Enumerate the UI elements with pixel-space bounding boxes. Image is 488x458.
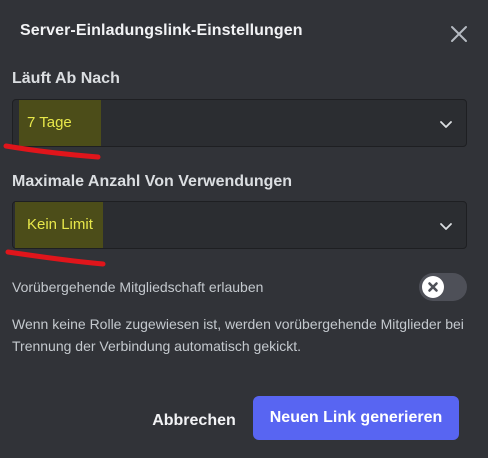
- close-icon: [451, 26, 467, 42]
- cancel-button[interactable]: Abbrechen: [144, 402, 244, 440]
- toggle-knob: [422, 276, 444, 298]
- generate-link-button[interactable]: Neuen Link generieren: [253, 396, 459, 440]
- max-uses-value: Kein Limit: [27, 216, 93, 233]
- chevron-down-icon: [440, 223, 452, 230]
- max-uses-label: Maximale Anzahl Von Verwendungen: [12, 173, 293, 190]
- expire-select[interactable]: 7 Tage: [12, 99, 467, 147]
- chevron-down-icon: [440, 121, 452, 128]
- modal-title: Server-Einladungslink-Einstellungen: [20, 22, 303, 39]
- close-button[interactable]: [447, 22, 471, 46]
- expire-value: 7 Tage: [27, 114, 72, 131]
- max-uses-select[interactable]: Kein Limit: [12, 201, 467, 249]
- temporary-membership-label: Vorübergehende Mitgliedschaft erlauben: [12, 279, 264, 295]
- invite-settings-modal: Server-Einladungslink-Einstellungen Läuf…: [0, 0, 488, 458]
- temporary-membership-description: Wenn keine Rolle zugewiesen ist, werden …: [12, 316, 464, 354]
- temporary-membership-toggle[interactable]: [419, 273, 467, 301]
- x-icon: [428, 282, 438, 292]
- expire-label: Läuft Ab Nach: [12, 70, 120, 87]
